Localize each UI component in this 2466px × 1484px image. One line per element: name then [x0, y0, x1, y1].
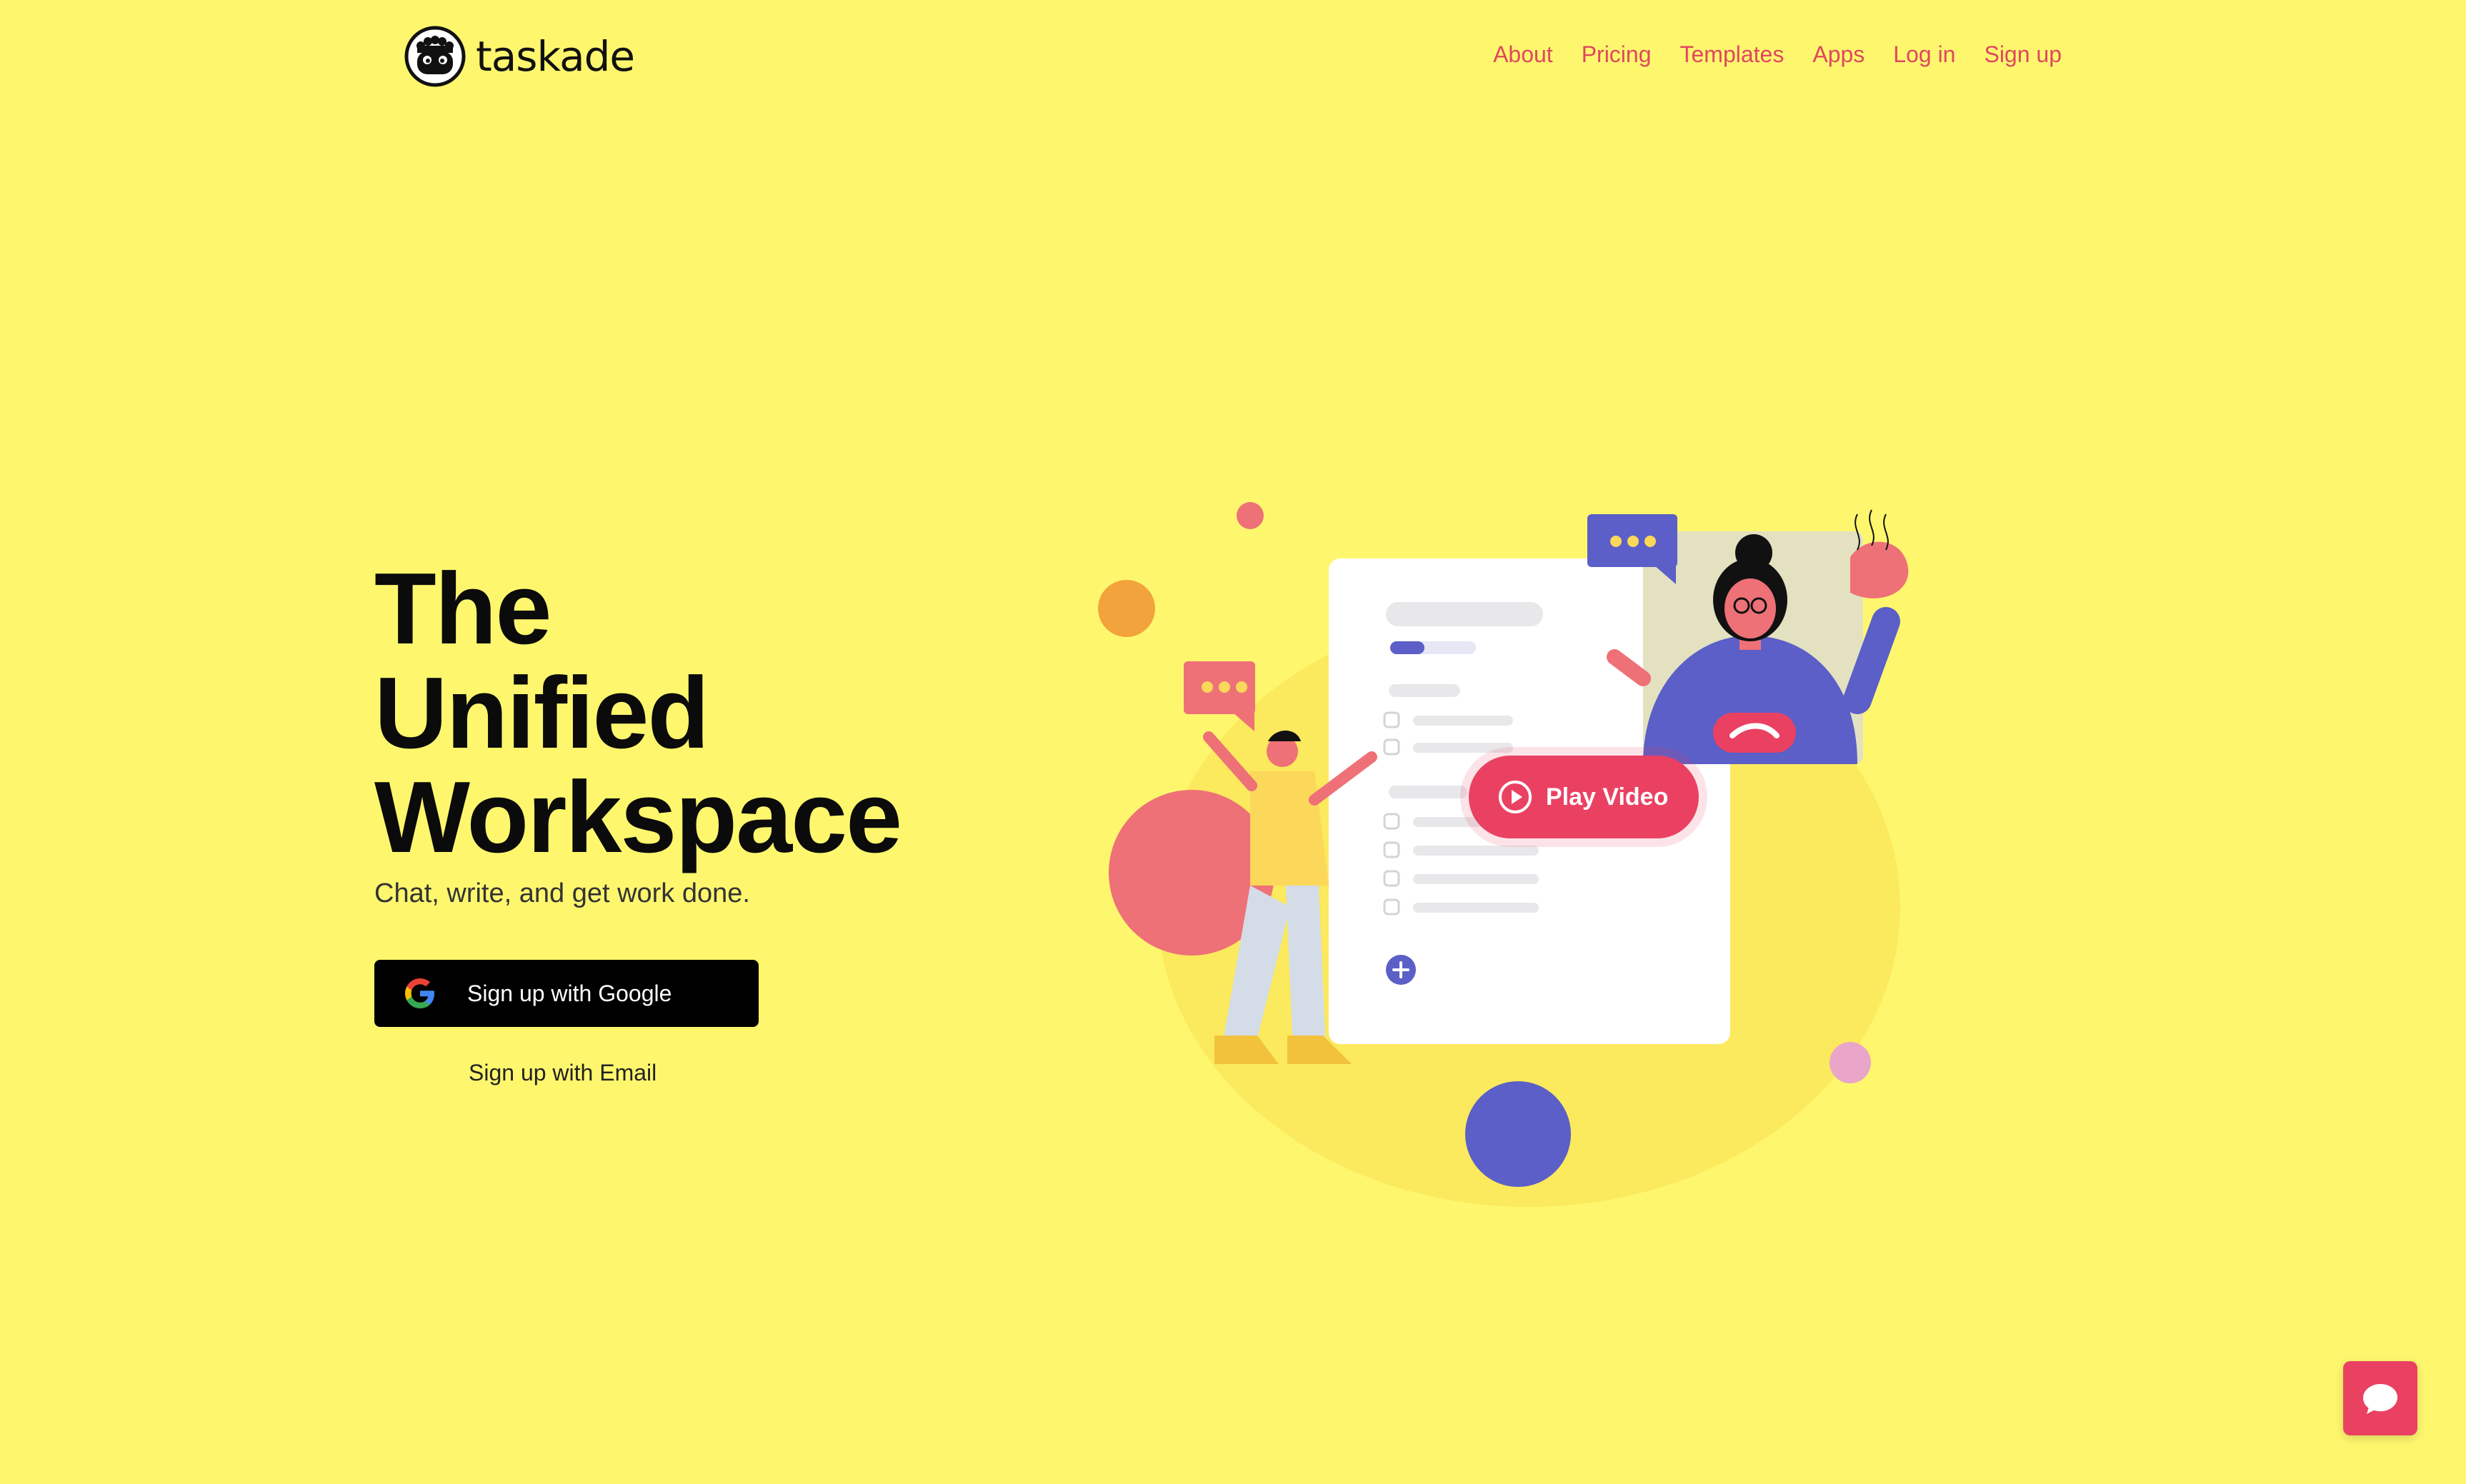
hero-title: The Unified Workspace: [374, 557, 1017, 870]
nav-about[interactable]: About: [1493, 41, 1553, 68]
brand-name: taskade: [476, 32, 635, 81]
hero-title-line-1: The: [374, 552, 551, 666]
nav-sign-up[interactable]: Sign up: [1984, 41, 2062, 68]
hero-title-line-3: Workspace: [374, 761, 902, 874]
hero-title-line-2: Unified: [374, 656, 709, 770]
hero-subtitle: Chat, write, and get work done.: [374, 878, 750, 908]
decor-circle-indigo: [1465, 1081, 1571, 1187]
nav-log-in[interactable]: Log in: [1893, 41, 1955, 68]
top-nav: About Pricing Templates Apps Log in Sign…: [1493, 41, 2062, 68]
nav-templates[interactable]: Templates: [1680, 41, 1784, 68]
nav-pricing[interactable]: Pricing: [1582, 41, 1652, 68]
decor-circle-lilac: [1829, 1042, 1871, 1083]
taskade-logo[interactable]: taskade: [404, 26, 635, 87]
decor-circle-pink-small: [1237, 502, 1264, 529]
play-video-label: Play Video: [1546, 783, 1669, 811]
chat-widget-button[interactable]: [2343, 1361, 2417, 1435]
chat-bubble-icon: [2363, 1384, 2397, 1414]
sign-up-email-link[interactable]: Sign up with Email: [469, 1060, 657, 1086]
hero-illustration: [1098, 502, 1909, 1207]
sheep-logo-icon: [404, 26, 466, 87]
sign-up-google-button[interactable]: Sign up with Google: [374, 960, 759, 1027]
play-icon: [1499, 781, 1532, 813]
sign-up-google-label: Sign up with Google: [467, 980, 672, 1006]
google-icon: [405, 978, 434, 1008]
play-video-button[interactable]: Play Video: [1469, 756, 1699, 838]
decor-circle-orange: [1098, 580, 1155, 637]
nav-apps[interactable]: Apps: [1812, 41, 1865, 68]
